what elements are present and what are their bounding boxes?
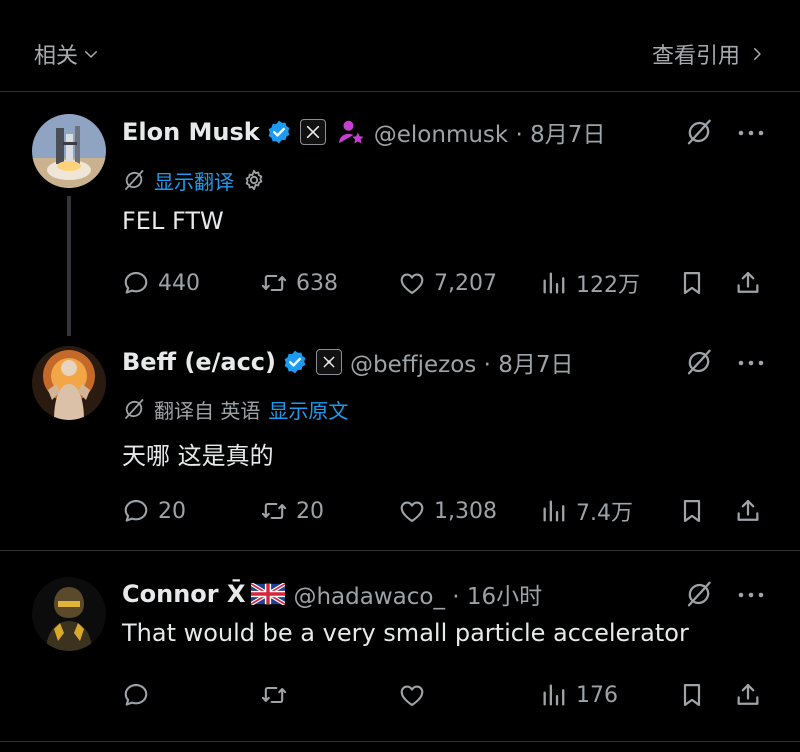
share-button[interactable]: [734, 678, 762, 712]
personal-account-icon: [338, 120, 364, 144]
tweet-text: FEL FTW: [122, 207, 224, 235]
views-icon: [540, 269, 568, 297]
like-count: 7,207: [434, 270, 497, 296]
views-button[interactable]: 7.4万: [540, 494, 633, 528]
share-icon: [734, 269, 762, 297]
reply-icon: [122, 269, 150, 297]
reply-count: 20: [158, 498, 186, 524]
more-options-icon[interactable]: [736, 590, 766, 600]
tweet-text: That would be a very small particle acce…: [122, 619, 689, 647]
show-translation-link[interactable]: 显示翻译: [154, 166, 234, 195]
views-button[interactable]: 122万: [540, 266, 640, 300]
repost-count: 20: [296, 498, 324, 524]
repost-button[interactable]: 638: [260, 266, 338, 300]
bookmark-button[interactable]: [678, 266, 706, 300]
views-count: 176: [576, 682, 618, 708]
tweet-text: 天哪 这是真的: [122, 442, 274, 470]
tweet-hadawaco[interactable]: Connor X̄ @hadawaco_ · 16小时 That would b…: [0, 551, 800, 741]
tweet-elonmusk[interactable]: Elon Musk @elonmusk · 8月7日 显示翻译 FEL FTW …: [0, 92, 800, 336]
view-quotes-label: 查看引用: [651, 44, 740, 69]
tweet-header: Elon Musk @elonmusk · 8月7日: [122, 114, 605, 150]
views-button[interactable]: 176: [540, 678, 618, 712]
author-handle-date[interactable]: @hadawaco_ · 16小时: [293, 577, 542, 611]
bookmark-icon: [678, 681, 706, 709]
thread-line: [67, 196, 71, 336]
author-handle-date[interactable]: @elonmusk · 8月7日: [374, 115, 606, 149]
repost-icon: [260, 681, 288, 709]
avatar-rocket-image: [32, 114, 106, 188]
chevron-down-icon: [85, 51, 98, 58]
bookmark-icon: [678, 497, 706, 525]
verified-badge-icon: [266, 119, 292, 145]
like-button[interactable]: 1,308: [398, 494, 497, 528]
reply-count: 440: [158, 270, 200, 296]
bookmark-icon: [678, 269, 706, 297]
grok-icon[interactable]: [684, 117, 714, 147]
author-name[interactable]: Elon Musk: [122, 118, 260, 146]
reply-button[interactable]: 20: [122, 494, 186, 528]
heart-icon: [398, 681, 426, 709]
repost-button[interactable]: 20: [260, 494, 324, 528]
heart-icon: [398, 497, 426, 525]
translate-row: 显示翻译: [122, 165, 266, 195]
reply-icon: [122, 497, 150, 525]
repost-icon: [260, 269, 288, 297]
action-bar: 176: [122, 678, 766, 712]
uk-flag-icon: [251, 583, 286, 605]
like-button[interactable]: 7,207: [398, 266, 497, 300]
like-count: 1,308: [434, 498, 497, 524]
reply-button[interactable]: [122, 678, 158, 712]
related-label: 相关: [34, 44, 79, 69]
translate-grok-icon: [122, 168, 146, 192]
translate-grok-icon: [122, 397, 146, 421]
heart-icon: [398, 269, 426, 297]
avatar[interactable]: [32, 114, 106, 188]
bookmark-button[interactable]: [678, 678, 706, 712]
repost-button[interactable]: [260, 678, 296, 712]
views-count: 122万: [576, 273, 640, 298]
share-icon: [734, 681, 762, 709]
author-name[interactable]: Connor X̄: [122, 580, 245, 608]
repost-icon: [260, 497, 288, 525]
views-icon: [540, 497, 568, 525]
related-dropdown[interactable]: 相关: [34, 38, 100, 70]
reply-icon: [122, 681, 150, 709]
tweet-header: Connor X̄ @hadawaco_ · 16小时: [122, 576, 542, 612]
avatar[interactable]: [32, 577, 106, 651]
author-handle-date[interactable]: @beffjezos · 8月7日: [350, 345, 573, 379]
x-affiliate-icon[interactable]: [299, 119, 326, 145]
share-icon: [734, 497, 762, 525]
divider: [0, 741, 800, 742]
action-bar: 20 20 1,308 7.4万: [122, 494, 766, 528]
show-original-link[interactable]: 显示原文: [268, 395, 348, 424]
reply-button[interactable]: 440: [122, 266, 200, 300]
tweet-header: Beff (e/acc) @beffjezos · 8月7日: [122, 344, 573, 380]
gear-icon[interactable]: [242, 168, 266, 192]
like-button[interactable]: [398, 678, 434, 712]
views-count: 7.4万: [576, 501, 633, 526]
chevron-right-icon: [754, 48, 761, 60]
view-quotes-link[interactable]: 查看引用: [652, 38, 766, 70]
action-bar: 440 638 7,207 122万: [122, 266, 766, 300]
conversation-header: 相关 查看引用: [0, 0, 800, 92]
affiliate-badge-icon[interactable]: [316, 349, 342, 375]
share-button[interactable]: [734, 266, 762, 300]
grok-icon[interactable]: [684, 347, 714, 377]
bookmark-button[interactable]: [678, 494, 706, 528]
repost-count: 638: [296, 270, 338, 296]
more-options-icon[interactable]: [736, 128, 766, 138]
avatar-armor-image: [32, 577, 106, 651]
share-button[interactable]: [734, 494, 762, 528]
verified-badge-icon: [282, 349, 308, 375]
grok-icon[interactable]: [684, 579, 714, 609]
author-name[interactable]: Beff (e/acc): [122, 348, 276, 376]
more-options-icon[interactable]: [736, 358, 766, 368]
tweet-beffjezos[interactable]: Beff (e/acc) @beffjezos · 8月7日 翻译自 英语 显示…: [0, 328, 800, 550]
translated-from-label: 翻译自 英语: [154, 398, 261, 423]
translate-row: 翻译自 英语 显示原文: [122, 394, 348, 424]
avatar[interactable]: [32, 346, 106, 420]
avatar-figure-image: [32, 346, 106, 420]
views-icon: [540, 681, 568, 709]
